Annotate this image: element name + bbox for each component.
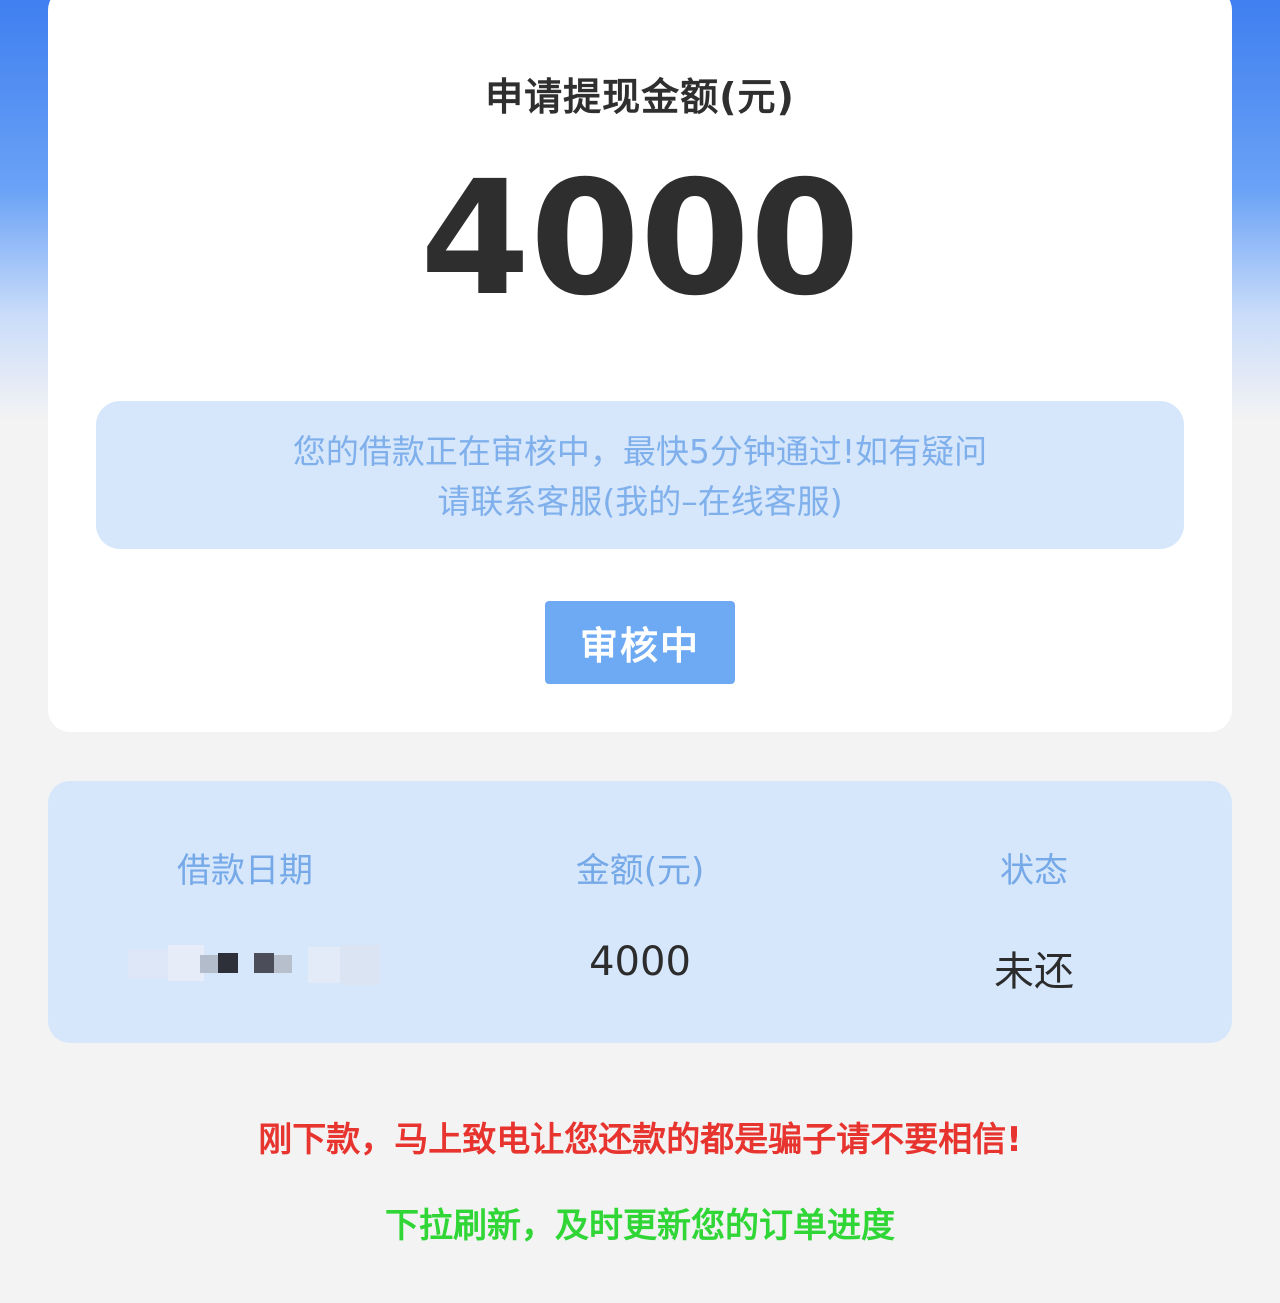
loan-record-table: 借款日期 金额(元) 状态 4000 未还 [48,781,1232,1043]
withdraw-amount: 4000 [420,147,860,331]
withdraw-card: 申请提现金额(元) 4000 您的借款正在审核中，最快5分钟通过!如有疑问 请联… [48,0,1232,732]
header-amount: 金额(元) [575,851,705,891]
loan-amount-cell: 4000 [589,939,691,985]
loan-date-pixelated [128,941,382,995]
review-notice-line-2: 请联系客服(我的–在线客服) [437,482,843,521]
header-loan-date: 借款日期 [177,851,313,891]
fraud-warning-text: 刚下款，马上致电让您还款的都是骗子请不要相信! [258,1120,1022,1160]
review-notice-line-1: 您的借款正在审核中，最快5分钟通过!如有疑问 [292,432,988,471]
withdraw-title: 申请提现金额(元) [485,75,795,119]
header-status: 状态 [1000,851,1068,891]
pull-to-refresh-hint: 下拉刷新，及时更新您的订单进度 [385,1206,895,1246]
under-review-button[interactable]: 审核中 [545,601,735,684]
loan-status-cell: 未还 [994,949,1074,995]
review-notice: 您的借款正在审核中，最快5分钟通过!如有疑问 请联系客服(我的–在线客服) [96,401,1184,549]
